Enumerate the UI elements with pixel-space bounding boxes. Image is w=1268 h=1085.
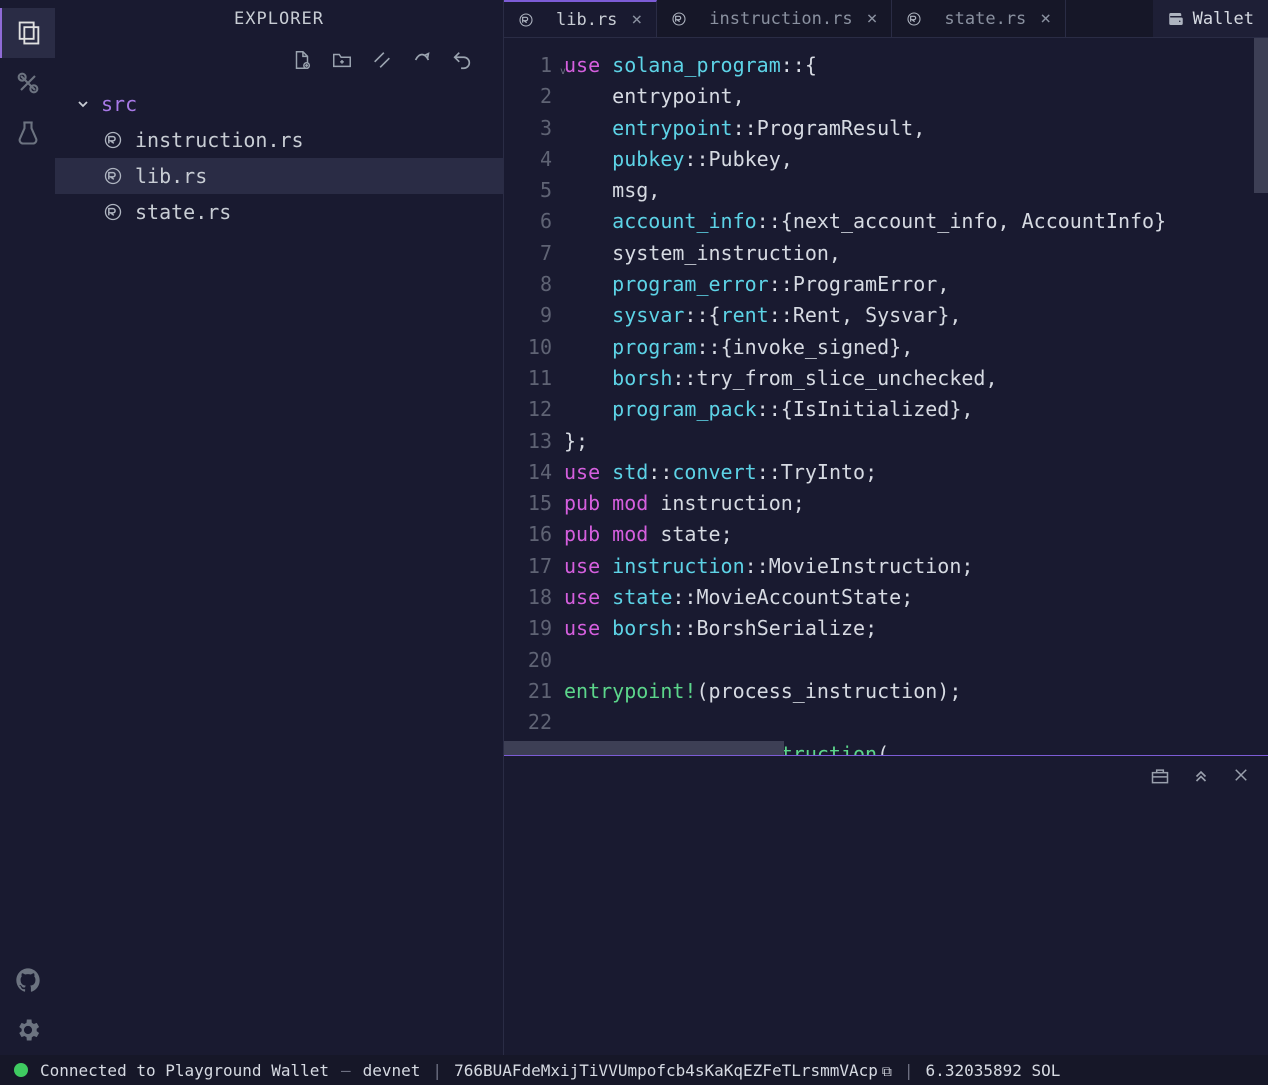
status-balance: 6.32035892 SOL: [926, 1061, 1061, 1080]
rust-icon: [103, 166, 123, 186]
collapse-icon[interactable]: [371, 49, 393, 71]
explorer-toolbar: [55, 38, 503, 82]
new-folder-icon[interactable]: [331, 49, 353, 71]
editor-area: lib.rs × instruction.rs × state.rs × Wallet 1…: [504, 0, 1268, 1055]
tab-state-rs[interactable]: state.rs ×: [892, 0, 1066, 37]
close-icon[interactable]: ×: [1040, 8, 1051, 29]
file-label: state.rs: [135, 200, 231, 224]
file-lib-rs[interactable]: lib.rs: [55, 158, 503, 194]
close-icon[interactable]: [1232, 766, 1250, 791]
horizontal-scrollbar[interactable]: [504, 741, 784, 755]
code-editor[interactable]: 1v234567891011121314151617181920212223 u…: [504, 38, 1268, 755]
test-icon[interactable]: [0, 108, 55, 158]
undo-icon[interactable]: [451, 49, 473, 71]
status-bar: Connected to Playground Wallet – devnet …: [0, 1055, 1268, 1085]
tab-lib-rs[interactable]: lib.rs ×: [504, 0, 657, 37]
code-content[interactable]: use solana_program::{ entrypoint, entryp…: [564, 38, 1268, 755]
line-gutter: 1v234567891011121314151617181920212223: [504, 38, 564, 755]
status-dot-icon: [14, 1063, 28, 1077]
explorer-icon[interactable]: [0, 8, 55, 58]
github-icon[interactable]: [0, 955, 55, 1005]
activity-bar: [0, 0, 55, 1055]
folder-src[interactable]: src: [55, 86, 503, 122]
file-instruction-rs[interactable]: instruction.rs: [55, 122, 503, 158]
tab-label: instruction.rs: [709, 9, 852, 29]
toolbox-icon[interactable]: [1150, 766, 1170, 791]
wallet-icon: [1167, 10, 1185, 28]
status-address[interactable]: 766BUAFdeMxijTiVVUmpofcb4sKaKqEZFeTLrsmm…: [454, 1061, 892, 1080]
tab-instruction-rs[interactable]: instruction.rs ×: [657, 0, 892, 37]
tab-label: state.rs: [944, 9, 1026, 29]
bottom-panel: [504, 755, 1268, 1055]
external-link-icon: ⧉: [882, 1064, 892, 1080]
file-tree: src instruction.rs lib.rs state.rs: [55, 82, 503, 234]
explorer-sidebar: EXPLORER src instruction.rs lib.rs state.r…: [55, 0, 504, 1055]
wallet-tab[interactable]: Wallet: [1153, 0, 1268, 37]
rust-icon: [518, 12, 534, 28]
status-connected: Connected to Playground Wallet: [40, 1061, 329, 1080]
folder-label: src: [101, 92, 137, 116]
build-icon[interactable]: [0, 58, 55, 108]
rust-icon: [906, 11, 922, 27]
rust-icon: [671, 11, 687, 27]
close-icon[interactable]: ×: [867, 8, 878, 29]
file-state-rs[interactable]: state.rs: [55, 194, 503, 230]
new-file-icon[interactable]: [291, 49, 313, 71]
settings-icon[interactable]: [0, 1005, 55, 1055]
close-icon[interactable]: ×: [631, 9, 642, 30]
vertical-scrollbar[interactable]: [1254, 38, 1268, 193]
wallet-tab-label: Wallet: [1193, 9, 1254, 29]
status-network[interactable]: devnet: [363, 1061, 421, 1080]
rust-icon: [103, 130, 123, 150]
expand-icon[interactable]: [1192, 766, 1210, 791]
tab-label: lib.rs: [556, 10, 617, 30]
file-label: lib.rs: [135, 164, 207, 188]
tabs-bar: lib.rs × instruction.rs × state.rs × Wallet: [504, 0, 1268, 38]
explorer-title: EXPLORER: [55, 0, 503, 38]
file-label: instruction.rs: [135, 128, 304, 152]
rust-icon: [103, 202, 123, 222]
status-separator: –: [341, 1061, 351, 1080]
share-icon[interactable]: [411, 49, 433, 71]
chevron-down-icon: [75, 96, 91, 112]
